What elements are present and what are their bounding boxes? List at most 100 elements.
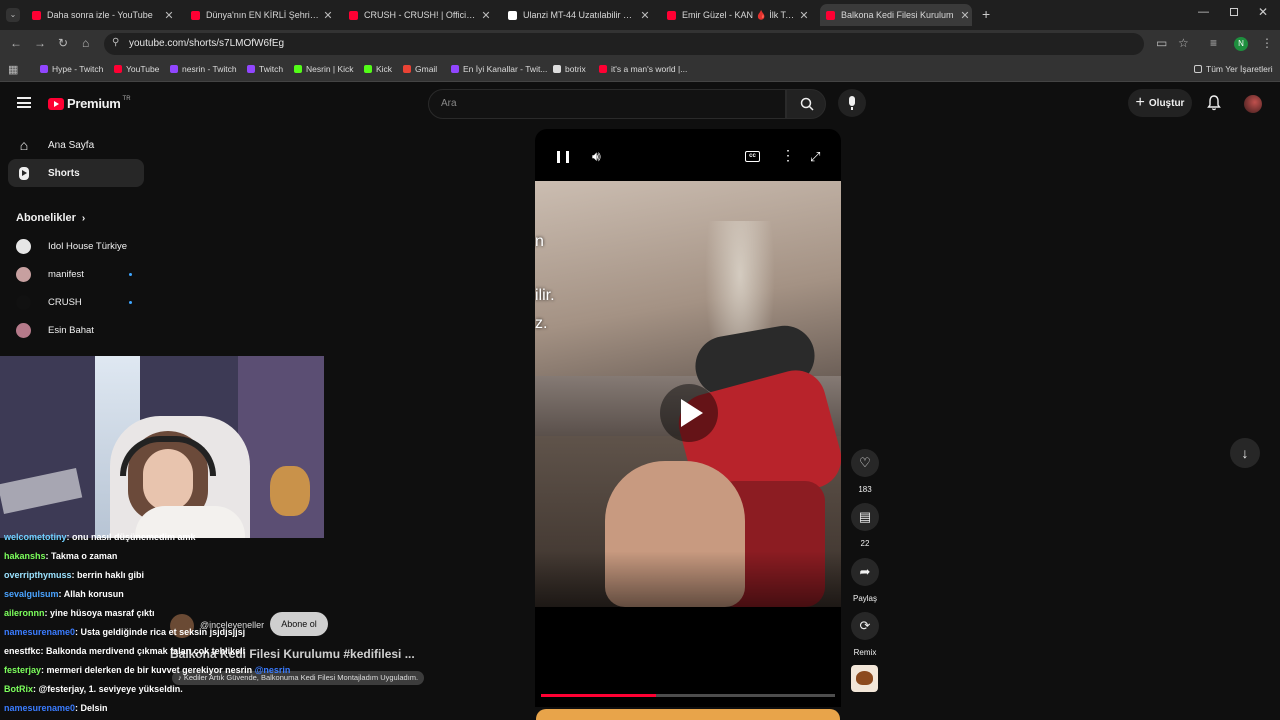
sound-thumbnail[interactable]: [851, 665, 878, 692]
tab-close-icon[interactable]: ✕: [797, 9, 811, 22]
bookmark-favicon-icon: [553, 65, 561, 73]
bookmark-item[interactable]: Nesrin | Kick: [294, 64, 354, 74]
reload-icon[interactable]: ↻: [58, 36, 68, 50]
chat-text: : @festerjay, 1. seviyeye yükseldin.: [33, 684, 183, 694]
share-action[interactable]: ➦ Paylaş: [851, 558, 879, 603]
browser-menu-icon[interactable]: ⋮: [1261, 36, 1273, 50]
tab-favicon-icon: [32, 10, 41, 20]
tab-close-icon[interactable]: ✕: [958, 9, 972, 22]
bookmark-favicon-icon: [451, 65, 459, 73]
chat-username[interactable]: festerjay: [4, 665, 41, 675]
bookmark-label: Hype - Twitch: [52, 64, 104, 74]
bookmark-item[interactable]: Hype - Twitch: [40, 64, 103, 74]
subscriptions-heading[interactable]: Abonelikler ›: [16, 212, 85, 224]
folder-icon: [1194, 65, 1202, 73]
sidebar-item-home[interactable]: ⌂ Ana Sayfa: [8, 131, 144, 159]
chat-message: overripthymuss: berrin haklı gibi: [4, 570, 144, 580]
play-icon[interactable]: [660, 384, 718, 442]
all-bookmarks[interactable]: Tüm Yer İşaretleri: [1194, 64, 1273, 74]
chat-username[interactable]: BotRix: [4, 684, 33, 694]
chat-message: namesurename0: Usta geldiğinde rica et s…: [4, 627, 245, 637]
chat-username[interactable]: namesurename0: [4, 627, 75, 637]
pause-icon[interactable]: [557, 151, 569, 163]
next-video-button[interactable]: ↓: [1230, 438, 1260, 468]
bookmark-item[interactable]: YouTube: [114, 64, 159, 74]
tab-search-icon[interactable]: ⌄: [6, 8, 20, 22]
bookmark-item[interactable]: Gmail: [403, 64, 437, 74]
remix-icon[interactable]: ⟳: [851, 612, 879, 640]
chat-username[interactable]: hakanshs: [4, 551, 46, 561]
shorts-player[interactable]: n ilir. z. 🔊︎ cc ⋮ ⤢: [535, 129, 841, 607]
tab-close-icon[interactable]: ✕: [321, 9, 335, 22]
chat-username[interactable]: overripthymuss: [4, 570, 72, 580]
address-bar[interactable]: ⚲ youtube.com/shorts/s7LMOfW6fEg: [104, 33, 1144, 55]
profile-avatar[interactable]: N: [1234, 37, 1248, 51]
chat-text: : Usta geldiğinde rica et seksin jsjdjsj…: [75, 627, 246, 637]
chat-message: hakanshs: Takma o zaman: [4, 551, 117, 561]
chat-username[interactable]: aileronnn: [4, 608, 45, 618]
comment-action[interactable]: ▤ 22: [851, 503, 879, 548]
tab-close-icon[interactable]: ✕: [638, 9, 652, 22]
browser-tab[interactable]: Dünya'nın EN KİRLİ Şehrine Gel✕: [185, 4, 335, 26]
tab-close-icon[interactable]: ✕: [162, 9, 176, 22]
tab-close-icon[interactable]: ✕: [479, 9, 493, 22]
more-options-icon[interactable]: ⋮: [781, 147, 795, 164]
voice-search-button[interactable]: [838, 89, 866, 117]
chat-mention[interactable]: @nesrin: [255, 665, 291, 675]
bookmark-item[interactable]: nesrin - Twitch: [170, 64, 237, 74]
sidebar-subscription[interactable]: Esin Bahat: [16, 323, 136, 338]
heart-icon[interactable]: ♡: [851, 449, 879, 477]
bookmark-star-icon[interactable]: ☆: [1178, 36, 1189, 50]
media-icon[interactable]: ≡: [1210, 36, 1217, 50]
close-window-button[interactable]: ✕: [1258, 5, 1268, 19]
sidebar-subscription[interactable]: Idol House Türkiye: [16, 239, 136, 254]
browser-tab[interactable]: Daha sonra izle - YouTube ✕: [26, 4, 176, 26]
create-button[interactable]: + Oluştur: [1128, 89, 1192, 117]
sidebar-item-shorts[interactable]: Shorts: [8, 159, 144, 187]
sidebar-subscription[interactable]: CRUSH: [16, 295, 136, 310]
subscription-name: CRUSH: [48, 297, 82, 308]
comment-icon[interactable]: ▤: [851, 503, 879, 531]
create-label: Oluştur: [1148, 97, 1185, 109]
captions-icon[interactable]: cc: [745, 151, 760, 162]
account-avatar[interactable]: [1244, 95, 1262, 113]
chat-username[interactable]: enestfkc: [4, 646, 41, 656]
sidebar-subscription[interactable]: manifest: [16, 267, 136, 282]
apps-icon[interactable]: ▦: [8, 63, 18, 76]
search-button[interactable]: [786, 89, 826, 119]
bookmark-item[interactable]: Twitch: [247, 64, 283, 74]
chat-text: : Allah korusun: [58, 589, 124, 599]
chat-username[interactable]: sevalgulsum: [4, 589, 59, 599]
browser-tab[interactable]: Balkona Kedi Filesi Kurulum ✕: [820, 4, 972, 26]
youtube-logo[interactable]: Premium TR: [48, 96, 131, 111]
bookmark-item[interactable]: En İyi Kanallar - Twit...: [451, 64, 547, 74]
share-icon[interactable]: ➦: [851, 558, 879, 586]
like-action[interactable]: ♡ 183: [851, 449, 879, 494]
site-info-icon[interactable]: ⚲: [112, 37, 119, 48]
forward-icon[interactable]: →: [34, 36, 46, 50]
home-icon[interactable]: ⌂: [82, 36, 89, 50]
back-icon[interactable]: ←: [10, 36, 22, 50]
bookmark-item[interactable]: botrix: [553, 64, 586, 74]
minimize-button[interactable]: —: [1198, 6, 1209, 18]
browser-toolbar: ← → ↻ ⌂ ⚲ youtube.com/shorts/s7LMOfW6fEg…: [0, 30, 1280, 58]
notifications-bell-icon[interactable]: [1207, 95, 1221, 111]
chat-username[interactable]: welcometotiny: [4, 532, 67, 542]
fullscreen-icon[interactable]: ⤢: [810, 149, 820, 165]
chat-username[interactable]: namesurename0: [4, 703, 75, 713]
new-tab-button[interactable]: +: [982, 6, 990, 22]
bookmark-label: nesrin - Twitch: [182, 64, 237, 74]
bookmark-item[interactable]: Kick: [364, 64, 392, 74]
hamburger-menu-icon[interactable]: [17, 97, 31, 108]
cast-icon[interactable]: ▭: [1156, 36, 1167, 50]
progress-track[interactable]: [541, 694, 835, 697]
bookmark-item[interactable]: it's a man's world |...: [599, 64, 687, 74]
browser-tab[interactable]: Emir Güzel - KAN 🩸 İlk Teaser ✕: [661, 4, 811, 26]
browser-tab[interactable]: CRUSH - CRUSH! | Official Musi✕: [343, 4, 493, 26]
url-text: youtube.com/shorts/s7LMOfW6fEg: [129, 38, 285, 49]
restore-button[interactable]: [1230, 8, 1238, 16]
remix-action[interactable]: ⟳ Remix: [851, 612, 879, 657]
search-input[interactable]: Ara: [428, 89, 786, 119]
volume-icon[interactable]: 🔊︎: [592, 148, 601, 165]
browser-tab[interactable]: Ulanzi MT-44 Uzatılabilir Vlog T ✕: [502, 4, 652, 26]
